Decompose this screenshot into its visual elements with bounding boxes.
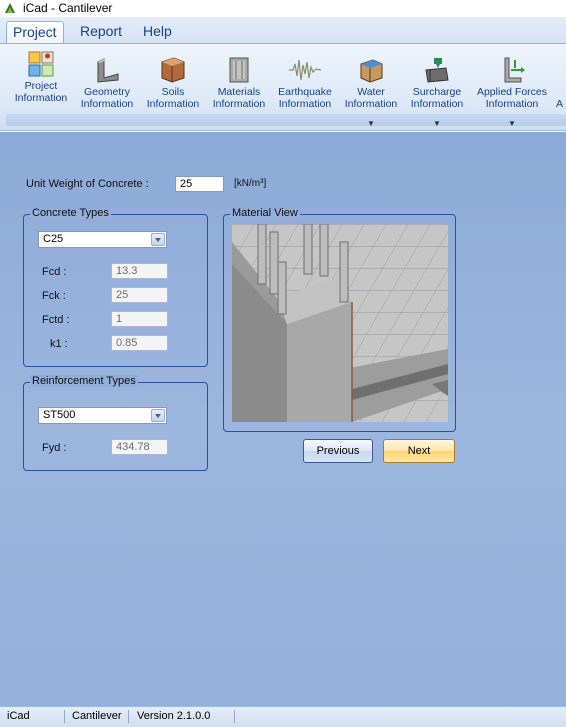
soils-information-button[interactable]: Soils Information xyxy=(142,56,204,110)
chevron-down-icon[interactable]: ▼ xyxy=(404,118,470,130)
fctd-label: Fctd : xyxy=(42,314,70,326)
concrete-type-value: C25 xyxy=(43,233,64,245)
status-separator xyxy=(64,710,65,723)
chevron-down-icon[interactable]: ▼ xyxy=(472,118,552,130)
next-button[interactable]: Next xyxy=(383,439,455,463)
materials-icon xyxy=(229,57,249,83)
ribbon-label: Earthquake xyxy=(278,86,332,98)
ribbon-label: Surcharge xyxy=(412,86,462,98)
ribbon-label: Geometry xyxy=(83,86,131,98)
chevron-down-icon[interactable] xyxy=(151,233,165,246)
tab-project[interactable]: Project xyxy=(6,21,64,43)
ribbon-label: Information xyxy=(14,92,68,104)
earthquake-information-button[interactable]: Earthquake Information xyxy=(272,56,338,110)
ribbon-label: Project xyxy=(24,80,58,92)
chevron-down-icon[interactable]: ▼ xyxy=(340,118,402,130)
tab-report[interactable]: Report xyxy=(74,21,128,43)
material-view-legend: Material View xyxy=(230,207,300,219)
fcd-field xyxy=(111,263,168,279)
ribbon-label: Information xyxy=(80,98,134,110)
status-separator xyxy=(128,710,129,723)
k1-field xyxy=(111,335,168,351)
cantilever-render-image xyxy=(232,224,448,422)
materials-information-button[interactable]: Materials Information xyxy=(208,56,270,110)
ribbon-label: Information xyxy=(410,98,464,110)
fyd-field xyxy=(111,439,168,455)
fck-field xyxy=(111,287,168,303)
fcd-label: Fcd : xyxy=(42,266,67,278)
project-info-icon xyxy=(28,51,54,77)
ribbon-label: Information xyxy=(212,98,266,110)
concrete-types-legend: Concrete Types xyxy=(30,207,111,219)
ribbon-label: Water xyxy=(357,86,385,98)
reinforcement-types-legend: Reinforcement Types xyxy=(30,375,138,387)
reinforcement-type-value: ST500 xyxy=(43,409,76,421)
status-project: Cantilever xyxy=(72,710,122,722)
material-3d-view[interactable] xyxy=(232,224,448,422)
previous-button[interactable]: Previous xyxy=(303,439,373,463)
unit-weight-input[interactable] xyxy=(175,176,224,192)
soils-icon xyxy=(161,57,185,83)
applied-forces-information-button[interactable]: Applied Forces Information ▼ xyxy=(472,56,552,128)
ribbon-label: Information xyxy=(146,98,200,110)
geometry-information-button[interactable]: Geometry Information xyxy=(76,56,138,110)
project-information-button[interactable]: Project Information xyxy=(8,50,74,104)
status-app: iCad xyxy=(7,710,30,722)
reinforcement-type-select[interactable]: ST500 xyxy=(38,407,167,424)
ribbon-label: Information xyxy=(485,98,539,110)
surcharge-information-button[interactable]: Surcharge Information ▼ xyxy=(404,56,470,128)
status-separator xyxy=(234,710,235,723)
surcharge-icon xyxy=(425,58,449,83)
ribbon-label: Applied Forces xyxy=(476,86,548,98)
title-bar: iCad - Cantilever xyxy=(0,0,566,17)
unit-weight-label: Unit Weight of Concrete : xyxy=(26,178,149,190)
k1-label: k1 : xyxy=(50,338,68,350)
fyd-label: Fyd : xyxy=(42,442,67,454)
app-icon xyxy=(5,3,15,13)
applied-forces-icon xyxy=(504,57,525,83)
unit-weight-unit: [kN/m³] xyxy=(234,178,267,189)
status-bar: iCad Cantilever Version 2.1.0.0 xyxy=(0,706,566,727)
reinforcement-types-group: Reinforcement Types xyxy=(23,375,208,471)
tab-help[interactable]: Help xyxy=(137,21,178,43)
ribbon-label: Information xyxy=(278,98,332,110)
ribbon-label: Materials xyxy=(217,86,261,98)
water-information-button[interactable]: Water Information ▼ xyxy=(340,56,402,128)
earthquake-icon xyxy=(289,59,322,81)
geometry-icon xyxy=(97,58,119,83)
ribbon-label: Information xyxy=(344,98,398,110)
ribbon-label: Soils xyxy=(161,86,185,98)
ribbon-overflow-button[interactable]: A xyxy=(556,98,566,110)
ribbon-label: A xyxy=(556,98,564,110)
window-title: iCad - Cantilever xyxy=(23,1,113,15)
water-icon xyxy=(360,59,383,83)
status-version: Version 2.1.0.0 xyxy=(137,710,211,722)
ribbon: Project Information Geometry Information… xyxy=(0,43,566,131)
chevron-down-icon[interactable] xyxy=(151,409,165,422)
fck-label: Fck : xyxy=(42,290,66,302)
fctd-field xyxy=(111,311,168,327)
menu-bar: Project Report Help xyxy=(0,17,566,43)
concrete-type-select[interactable]: C25 xyxy=(38,231,167,248)
